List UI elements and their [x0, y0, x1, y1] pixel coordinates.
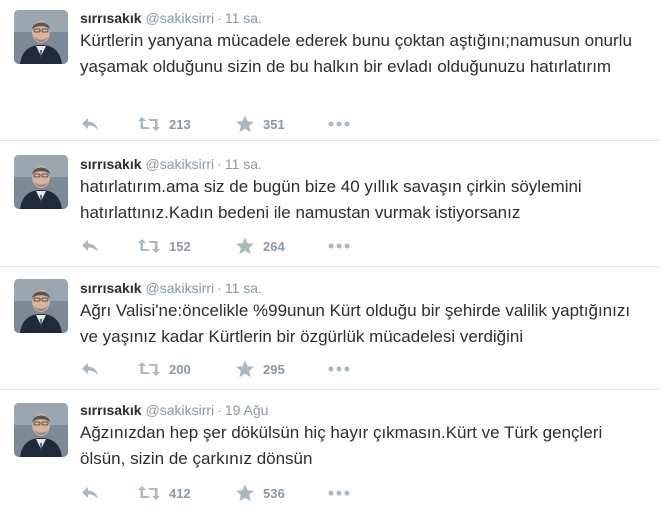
- tweet[interactable]: sırrısakık @sakiksirri · 19 Ağu Ağzınızdan …: [0, 390, 660, 519]
- more-icon: [328, 366, 350, 372]
- star-icon: [236, 115, 254, 133]
- retweet-count: 412: [169, 485, 191, 501]
- separator: ·: [217, 402, 222, 418]
- more-button[interactable]: [328, 114, 350, 134]
- separator: ·: [217, 10, 222, 26]
- reply-icon: [82, 363, 98, 375]
- reply-button[interactable]: [80, 359, 100, 379]
- user-name[interactable]: sırrısakık: [80, 402, 142, 418]
- avatar-image: [14, 155, 68, 209]
- separator: ·: [217, 280, 222, 296]
- user-name[interactable]: sırrısakık: [80, 156, 142, 172]
- star-icon: [236, 237, 254, 255]
- tweet-header: sırrısakık @sakiksirri · 11 sa.: [80, 9, 262, 27]
- avatar[interactable]: [14, 403, 68, 457]
- separator: ·: [217, 156, 222, 172]
- tweet[interactable]: sırrısakık @sakiksirri · 11 sa. Ağrı Valisi…: [0, 267, 660, 390]
- tweet-header: sırrısakık @sakiksirri · 19 Ağu: [80, 401, 268, 419]
- reply-icon: [82, 240, 98, 252]
- timestamp[interactable]: 11 sa.: [225, 156, 262, 172]
- star-icon: [236, 484, 254, 502]
- retweet-button[interactable]: 200: [137, 359, 191, 379]
- timestamp[interactable]: 19 Ağu: [225, 402, 269, 418]
- more-icon: [328, 121, 350, 127]
- more-icon: [328, 243, 350, 249]
- tweet-text: hatırlatırım.ama siz de bugün bize 40 yı…: [80, 177, 582, 222]
- avatar[interactable]: [14, 10, 68, 64]
- reply-icon: [82, 487, 98, 499]
- tweet-header: sırrısakık @sakiksirri · 11 sa.: [80, 279, 262, 297]
- favorite-button[interactable]: 351: [235, 114, 285, 134]
- reply-button[interactable]: [80, 114, 100, 134]
- favorite-count: 295: [263, 361, 285, 377]
- avatar[interactable]: [14, 155, 68, 209]
- retweet-button[interactable]: 412: [137, 483, 191, 503]
- reply-button[interactable]: [80, 483, 100, 503]
- user-name[interactable]: sırrısakık: [80, 280, 142, 296]
- favorite-count: 264: [263, 238, 285, 254]
- timestamp[interactable]: 11 sa.: [225, 280, 262, 296]
- retweet-button[interactable]: 152: [137, 236, 191, 256]
- retweet-button[interactable]: 213: [137, 114, 191, 134]
- more-button[interactable]: [328, 359, 350, 379]
- more-button[interactable]: [328, 236, 350, 256]
- reply-button[interactable]: [80, 236, 100, 256]
- tweet[interactable]: sırrısakık @sakiksirri · 11 sa. Kürtlerin y…: [0, 0, 660, 141]
- retweet-icon: [138, 362, 160, 376]
- retweet-count: 213: [169, 116, 191, 132]
- retweet-icon: [138, 117, 160, 131]
- retweet-icon: [138, 486, 160, 500]
- avatar-image: [14, 403, 68, 457]
- avatar[interactable]: [14, 279, 68, 333]
- avatar-image: [14, 279, 68, 333]
- retweet-count: 152: [169, 238, 191, 254]
- more-icon: [328, 490, 350, 496]
- tweet-feed: sırrısakık @sakiksirri · 11 sa. Kürtlerin y…: [0, 0, 660, 519]
- user-handle[interactable]: @sakiksirri: [146, 402, 215, 418]
- star-icon: [236, 360, 254, 378]
- tweet-header: sırrısakık @sakiksirri · 11 sa.: [80, 155, 262, 173]
- tweet[interactable]: sırrısakık @sakiksirri · 11 sa. hatırlatırı…: [0, 141, 660, 267]
- user-name[interactable]: sırrısakık: [80, 10, 142, 26]
- user-handle[interactable]: @sakiksirri: [146, 156, 215, 172]
- favorite-count: 536: [263, 485, 285, 501]
- avatar-image: [14, 10, 68, 64]
- retweet-icon: [138, 239, 160, 253]
- favorite-button[interactable]: 295: [235, 359, 285, 379]
- user-handle[interactable]: @sakiksirri: [146, 10, 215, 26]
- favorite-count: 351: [263, 116, 285, 132]
- reply-icon: [82, 118, 98, 130]
- tweet-text: Kürtlerin yanyana mücadele ederek bunu ç…: [80, 31, 632, 76]
- timestamp[interactable]: 11 sa.: [225, 10, 262, 26]
- favorite-button[interactable]: 264: [235, 236, 285, 256]
- retweet-count: 200: [169, 361, 191, 377]
- more-button[interactable]: [328, 483, 350, 503]
- user-handle[interactable]: @sakiksirri: [146, 280, 215, 296]
- tweet-text: Ağrı Valisi'ne:öncelikle %99unun Kürt ol…: [80, 301, 631, 346]
- tweet-text: Ağzınızdan hep şer dökülsün hiç hayır çı…: [80, 423, 603, 468]
- favorite-button[interactable]: 536: [235, 483, 285, 503]
